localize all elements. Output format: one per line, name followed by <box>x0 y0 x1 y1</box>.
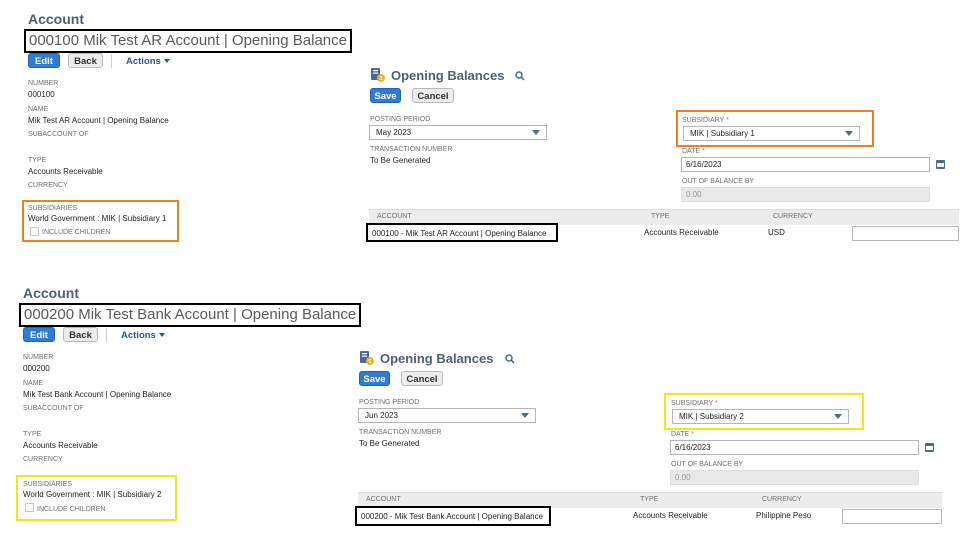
subsidiary-value: MIK | Subsidiary 2 <box>679 412 744 421</box>
subsidiaries-value: World Government : MIK | Subsidiary 1 <box>28 214 167 223</box>
name-value: Mik Test AR Account | Opening Balance <box>28 116 169 125</box>
col-type-header: TYPE <box>640 496 659 503</box>
actions-menu[interactable]: Actions <box>126 56 171 67</box>
transaction-number-label: TRANSACTION NUMBER <box>370 146 453 153</box>
subsidiaries-value: World Government : MIK | Subsidiary 2 <box>23 490 162 499</box>
chevron-down-icon <box>164 59 171 64</box>
subsidiary-select[interactable]: MIK | Subsidiary 2 <box>672 409 849 424</box>
document-coin-icon: $ <box>360 351 374 365</box>
svg-text:$: $ <box>369 359 372 365</box>
out-of-balance-label: OUT OF BALANCE BY <box>682 178 755 185</box>
row-amount-input[interactable] <box>842 509 942 524</box>
subaccount-label: SUBACCOUNT OF <box>23 405 84 412</box>
subsidiaries-label: SUBSIDIARIES <box>23 481 73 488</box>
posting-period-label: POSTING PERIOD <box>359 399 420 406</box>
name-label: NAME <box>28 106 49 113</box>
date-input[interactable]: 6/16/2023 <box>681 157 930 172</box>
search-icon[interactable] <box>505 354 515 364</box>
currency-label: CURRENCY <box>28 182 68 189</box>
row-account-cell[interactable]: 000200 - Mik Test Bank Account | Opening… <box>361 512 543 521</box>
currency-label: CURRENCY <box>23 456 63 463</box>
actions-label: Actions <box>121 330 156 341</box>
number-label: NUMBER <box>23 354 54 361</box>
number-label: NUMBER <box>28 80 59 87</box>
record-title: 000100 Mik Test AR Account | Opening Bal… <box>24 29 352 53</box>
include-children-checkbox[interactable] <box>25 503 34 512</box>
include-children-label: INCLUDE CHILDREN <box>37 506 106 513</box>
opening-balances-title: Opening Balances <box>380 351 494 366</box>
save-button[interactable]: Save <box>359 371 390 386</box>
cancel-button[interactable]: Cancel <box>401 371 443 386</box>
subsidiary-label: SUBSIDIARY * <box>671 400 718 407</box>
section-title: Account <box>23 285 79 301</box>
posting-period-value: Jun 2023 <box>365 411 398 420</box>
date-input[interactable]: 6/16/2023 <box>670 440 919 455</box>
row-account-cell[interactable]: 000100 - Mik Test AR Account | Opening B… <box>372 229 546 238</box>
record-title: 000200 Mik Test Bank Account | Opening B… <box>19 303 362 327</box>
subsidiary-value: MIK | Subsidiary 1 <box>690 129 755 138</box>
name-label: NAME <box>23 380 44 387</box>
document-coin-icon: $ <box>371 68 385 82</box>
chevron-down-icon <box>834 414 842 419</box>
out-of-balance-value: 0.00 <box>670 470 919 485</box>
subsidiary-select[interactable]: MIK | Subsidiary 1 <box>683 126 860 141</box>
subaccount-label: SUBACCOUNT OF <box>28 131 89 138</box>
actions-menu[interactable]: Actions <box>121 330 166 341</box>
transaction-number-value: To Be Generated <box>359 439 420 448</box>
calendar-icon[interactable] <box>936 160 945 169</box>
col-account-header: ACCOUNT <box>366 496 401 503</box>
row-amount-input[interactable] <box>852 226 959 241</box>
subsidiaries-label: SUBSIDIARIES <box>28 205 78 212</box>
chevron-down-icon <box>532 130 540 135</box>
posting-period-select[interactable]: Jun 2023 <box>358 408 536 423</box>
edit-button[interactable]: Edit <box>23 327 55 342</box>
posting-period-value: May 2023 <box>376 128 412 137</box>
date-label: DATE * <box>682 148 705 155</box>
col-type-header: TYPE <box>651 213 670 220</box>
include-children-checkbox[interactable] <box>30 227 39 236</box>
save-button[interactable]: Save <box>370 88 401 103</box>
type-value: Accounts Receivable <box>23 441 98 450</box>
back-button[interactable]: Back <box>63 327 98 342</box>
row-currency-cell: USD <box>768 228 785 237</box>
type-label: TYPE <box>28 157 47 164</box>
col-account-header: ACCOUNT <box>377 213 412 220</box>
out-of-balance-label: OUT OF BALANCE BY <box>671 461 744 468</box>
type-label: TYPE <box>23 431 42 438</box>
back-button[interactable]: Back <box>68 53 103 68</box>
search-icon[interactable] <box>515 71 525 81</box>
actions-label: Actions <box>126 56 161 67</box>
posting-period-select[interactable]: May 2023 <box>369 125 547 140</box>
transaction-number-label: TRANSACTION NUMBER <box>359 429 442 436</box>
col-currency-header: CURRENCY <box>773 213 813 220</box>
cancel-button[interactable]: Cancel <box>412 88 454 103</box>
posting-period-label: POSTING PERIOD <box>370 116 431 123</box>
edit-button[interactable]: Edit <box>28 53 60 68</box>
toolbar-divider <box>106 328 107 342</box>
chevron-down-icon <box>159 333 166 338</box>
name-value: Mik Test Bank Account | Opening Balance <box>23 390 172 399</box>
svg-text:$: $ <box>380 76 383 82</box>
include-children-label: INCLUDE CHILDREN <box>42 229 111 236</box>
section-title: Account <box>28 11 84 27</box>
col-currency-header: CURRENCY <box>762 496 802 503</box>
opening-balances-title: Opening Balances <box>391 68 505 83</box>
row-type-cell: Accounts Receivable <box>633 511 708 520</box>
out-of-balance-value: 0.00 <box>681 187 930 202</box>
transaction-number-value: To Be Generated <box>370 156 431 165</box>
calendar-icon[interactable] <box>925 443 934 452</box>
type-value: Accounts Receivable <box>28 167 103 176</box>
chevron-down-icon <box>521 413 529 418</box>
subsidiary-label: SUBSIDIARY * <box>682 117 729 124</box>
row-currency-cell: Philippine Peso <box>756 511 812 520</box>
row-type-cell: Accounts Receivable <box>644 228 719 237</box>
toolbar-divider <box>111 54 112 68</box>
date-label: DATE * <box>671 431 694 438</box>
number-value: 000100 <box>28 90 55 99</box>
chevron-down-icon <box>845 131 853 136</box>
number-value: 000200 <box>23 364 50 373</box>
